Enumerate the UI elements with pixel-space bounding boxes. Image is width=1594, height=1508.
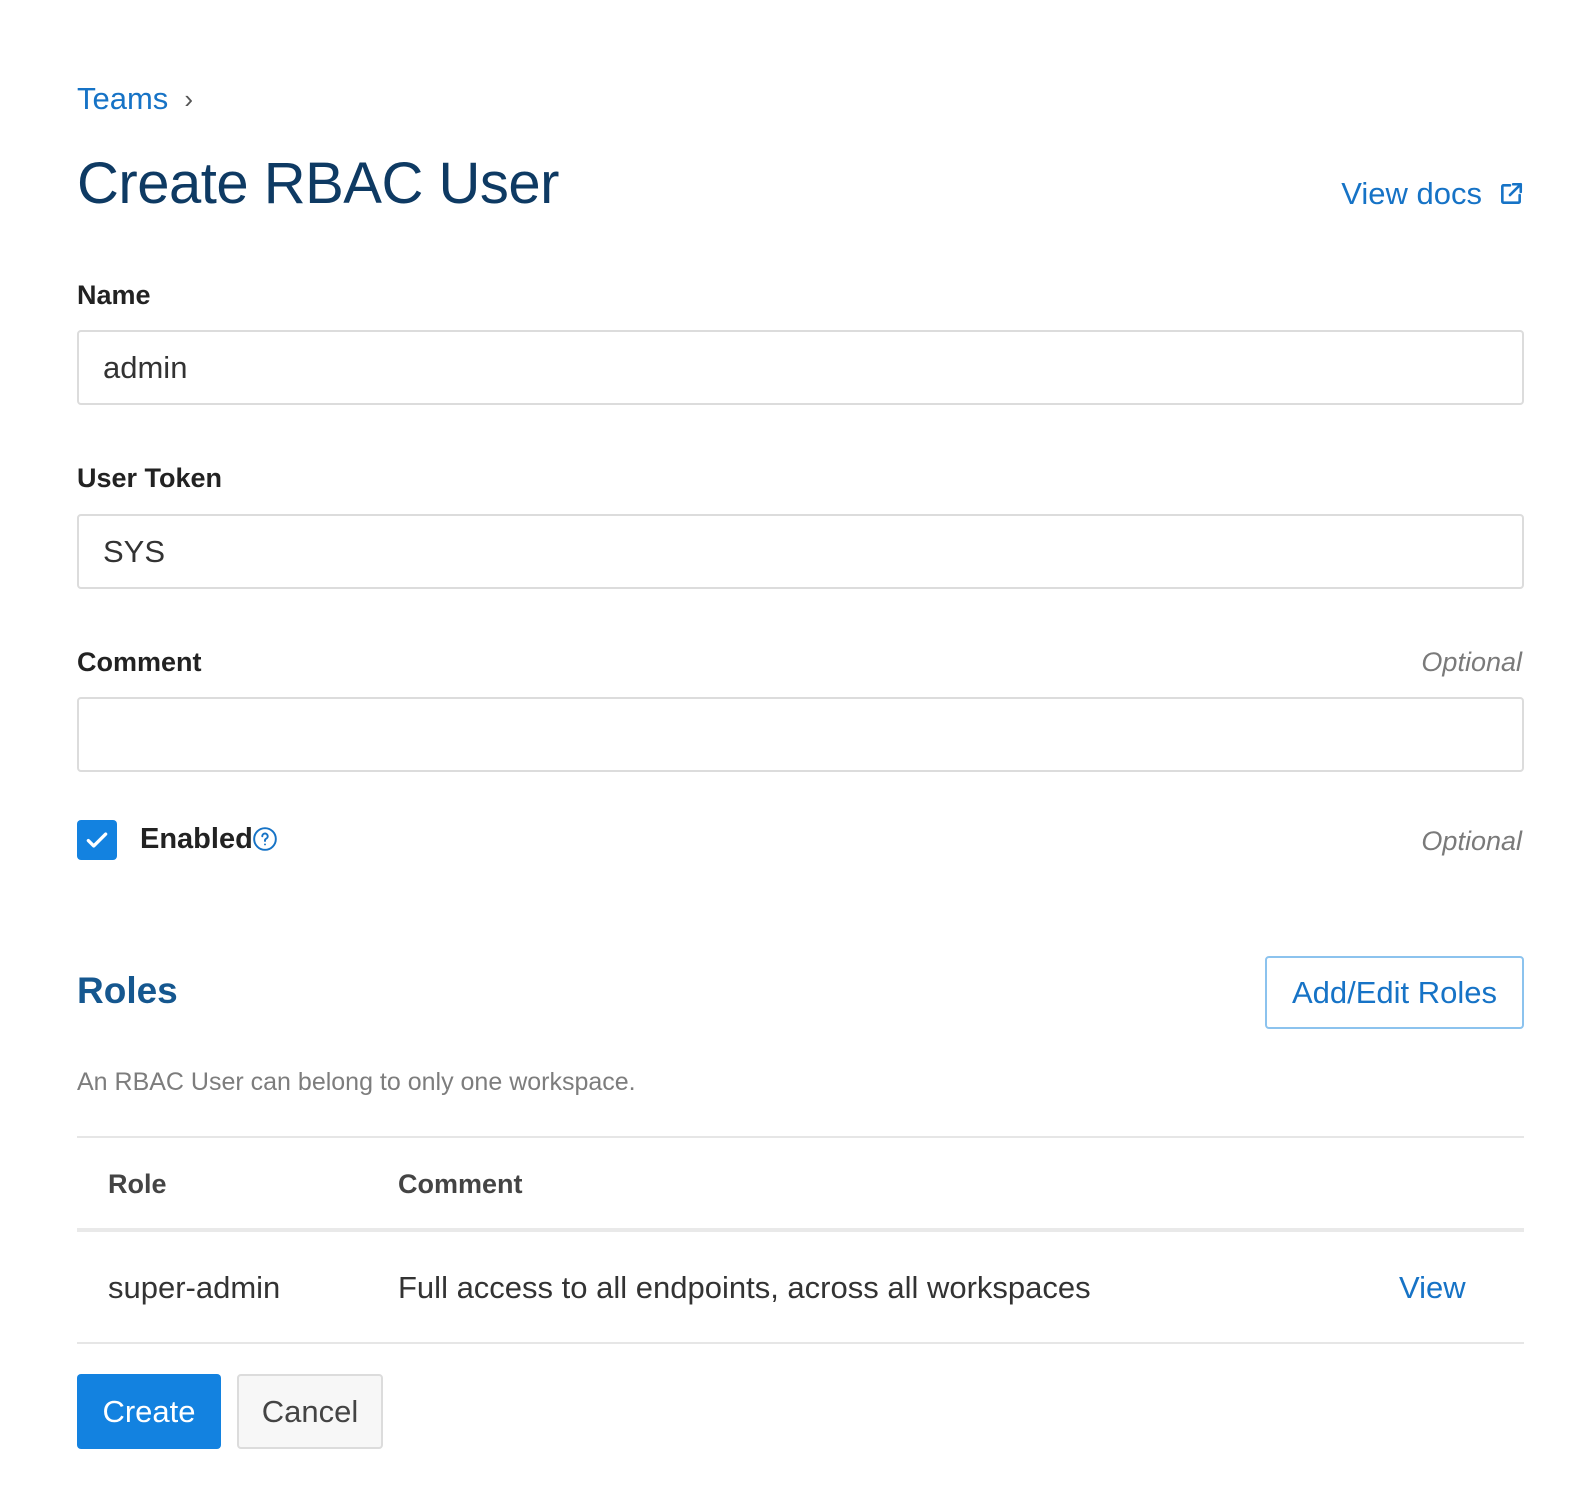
enabled-checkbox[interactable]: [77, 820, 117, 860]
role-comment-cell: Full access to all endpoints, across all…: [398, 1270, 1091, 1305]
breadcrumb-separator: ›: [184, 83, 193, 114]
external-link-icon: [1501, 182, 1523, 204]
view-docs-label: View docs: [1341, 176, 1482, 211]
page-title: Create RBAC User: [77, 151, 559, 216]
view-docs-link[interactable]: View docs: [1341, 174, 1524, 214]
enabled-optional-text: Optional: [1421, 826, 1522, 856]
breadcrumb: Teams ›: [77, 78, 193, 120]
user-token-label: User Token: [77, 463, 223, 493]
breadcrumb-teams-link[interactable]: Teams: [77, 81, 168, 117]
add-edit-roles-button[interactable]: Add/Edit Roles: [1265, 956, 1524, 1029]
cancel-button[interactable]: Cancel: [237, 1374, 383, 1449]
column-header-role: Role: [108, 1169, 167, 1199]
comment-label: Comment: [77, 647, 202, 677]
name-label: Name: [77, 280, 151, 310]
table-row: super-admin Full access to all endpoints…: [77, 1232, 1524, 1342]
view-role-link[interactable]: View: [1399, 1270, 1466, 1306]
role-cell: super-admin: [108, 1270, 281, 1305]
name-input[interactable]: [77, 330, 1524, 405]
comment-input[interactable]: [77, 697, 1524, 772]
comment-optional-text: Optional: [1421, 647, 1522, 677]
help-circle-icon[interactable]: [252, 826, 278, 852]
roles-hint-text: An RBAC User can belong to only one work…: [77, 1068, 636, 1096]
create-rbac-user-page: Teams › Create RBAC User View docs Name …: [0, 0, 1594, 1508]
user-token-input[interactable]: [77, 514, 1524, 589]
checkmark-icon: [86, 832, 108, 848]
roles-section-title: Roles: [77, 970, 178, 1011]
column-header-comment: Comment: [398, 1169, 523, 1199]
table-header: Role Comment: [77, 1138, 1524, 1228]
table-bottom-divider: [77, 1342, 1524, 1344]
create-button[interactable]: Create: [77, 1374, 221, 1449]
enabled-label: Enabled: [140, 823, 253, 855]
roles-table: Role Comment super-admin Full access to …: [77, 1136, 1524, 1344]
